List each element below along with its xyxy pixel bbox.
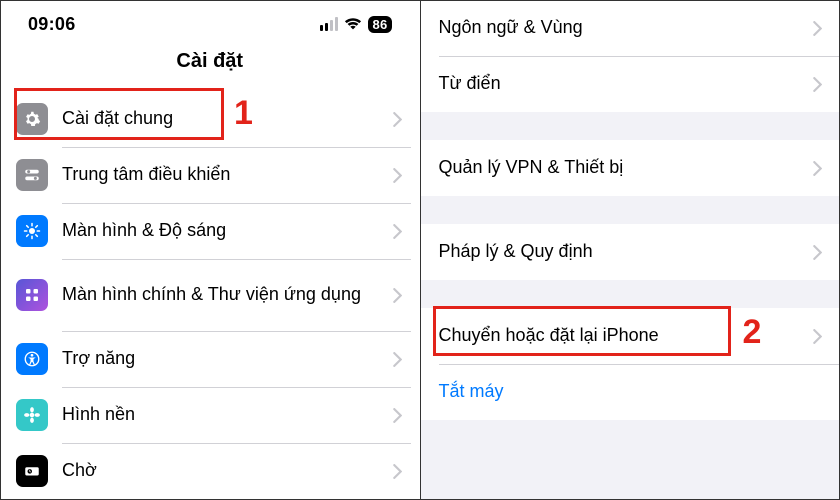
chevron-right-icon — [813, 77, 822, 92]
chevron-right-icon — [393, 112, 402, 127]
settings-group: Cài đặt chung Trung tâm điều khiển Màn h… — [0, 91, 420, 499]
page-title: Cài đặt — [0, 44, 420, 91]
group-language: Ngôn ngữ & Vùng Từ điển — [421, 0, 840, 112]
wifi-icon — [344, 17, 362, 31]
row-language-region[interactable]: Ngôn ngữ & Vùng — [421, 0, 840, 56]
status-bar: 09:06 86 — [0, 0, 420, 44]
general-settings-panel: Ngôn ngữ & Vùng Từ điển Quản lý VPN & Th… — [421, 0, 840, 500]
row-label: Chờ — [62, 460, 97, 482]
row-label: Hình nền — [62, 404, 135, 426]
annotation-number-2: 2 — [743, 313, 762, 352]
row-display[interactable]: Màn hình & Độ sáng — [0, 203, 420, 259]
row-label: Cài đặt chung — [62, 108, 173, 130]
chevron-right-icon — [813, 329, 822, 344]
chevron-right-icon — [813, 161, 822, 176]
row-control-center[interactable]: Trung tâm điều khiển — [0, 147, 420, 203]
flower-icon — [16, 399, 48, 431]
row-label: Chuyển hoặc đặt lại iPhone — [439, 325, 659, 347]
row-accessibility[interactable]: Trợ năng — [0, 331, 420, 387]
toggles-icon — [16, 159, 48, 191]
chevron-right-icon — [813, 245, 822, 260]
chevron-right-icon — [393, 464, 402, 479]
chevron-right-icon — [393, 224, 402, 239]
row-label: Trợ năng — [62, 348, 135, 370]
group-reset: Chuyển hoặc đặt lại iPhone Tắt máy — [421, 308, 840, 420]
row-label: Màn hình chính & Thư viện ứng dụng — [62, 284, 361, 306]
row-label: Tắt máy — [439, 381, 504, 403]
annotation-number-1: 1 — [234, 94, 253, 133]
row-label: Ngôn ngữ & Vùng — [439, 17, 583, 39]
row-label: Từ điển — [439, 73, 501, 95]
chevron-right-icon — [813, 21, 822, 36]
group-vpn: Quản lý VPN & Thiết bị — [421, 140, 840, 196]
row-label: Trung tâm điều khiển — [62, 164, 230, 186]
accessibility-icon — [16, 343, 48, 375]
row-label: Quản lý VPN & Thiết bị — [439, 157, 624, 179]
row-legal[interactable]: Pháp lý & Quy định — [421, 224, 840, 280]
chevron-right-icon — [393, 168, 402, 183]
status-time: 09:06 — [28, 14, 76, 35]
cellular-icon — [320, 17, 338, 31]
gear-icon — [16, 103, 48, 135]
chevron-right-icon — [393, 352, 402, 367]
clock-icon — [16, 455, 48, 487]
row-home-screen[interactable]: Màn hình chính & Thư viện ứng dụng — [0, 259, 420, 331]
chevron-right-icon — [393, 288, 402, 303]
apps-grid-icon — [16, 279, 48, 311]
status-indicators: 86 — [320, 16, 391, 33]
row-transfer-reset[interactable]: Chuyển hoặc đặt lại iPhone — [421, 308, 840, 364]
row-wallpaper[interactable]: Hình nền — [0, 387, 420, 443]
settings-root-panel: 09:06 86 Cài đặt Cài đặt chung Trung tâm — [0, 0, 421, 500]
row-shutdown[interactable]: Tắt máy — [421, 364, 840, 420]
row-label: Pháp lý & Quy định — [439, 241, 593, 263]
battery-icon: 86 — [368, 16, 391, 33]
brightness-icon — [16, 215, 48, 247]
group-legal: Pháp lý & Quy định — [421, 224, 840, 280]
row-standby[interactable]: Chờ — [0, 443, 420, 499]
row-general[interactable]: Cài đặt chung — [0, 91, 420, 147]
row-label: Màn hình & Độ sáng — [62, 220, 226, 242]
row-vpn-device[interactable]: Quản lý VPN & Thiết bị — [421, 140, 840, 196]
row-dictionary[interactable]: Từ điển — [421, 56, 840, 112]
chevron-right-icon — [393, 408, 402, 423]
